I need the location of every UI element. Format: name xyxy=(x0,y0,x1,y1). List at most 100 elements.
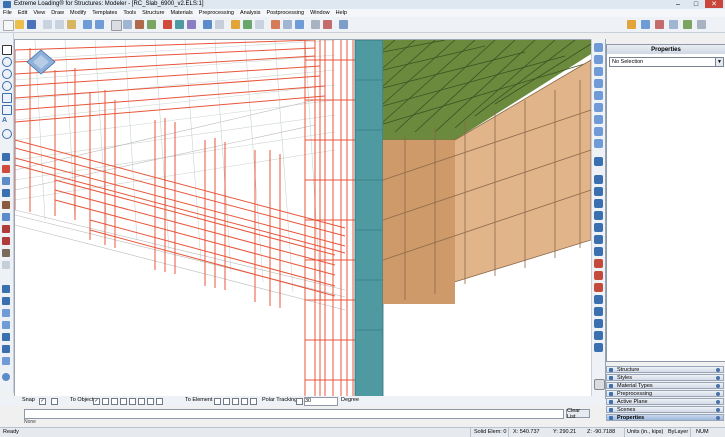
view-bottom-icon[interactable] xyxy=(594,187,603,196)
text-icon[interactable]: A xyxy=(2,117,10,125)
load-icon[interactable] xyxy=(187,20,196,29)
chevron-down-icon[interactable]: ▼ xyxy=(715,58,723,66)
menu-postprocessing[interactable]: Postprocessing xyxy=(263,10,307,16)
clear-list-button[interactable]: Clear List xyxy=(566,408,590,420)
block-icon[interactable] xyxy=(2,189,10,197)
measure-icon[interactable] xyxy=(2,261,10,269)
scale-icon[interactable] xyxy=(2,333,10,341)
view-front-icon[interactable] xyxy=(594,223,603,232)
rotate-icon[interactable] xyxy=(2,309,10,317)
menu-templates[interactable]: Templates xyxy=(89,10,120,16)
zoom-out-icon[interactable] xyxy=(594,91,603,100)
expand-icon[interactable] xyxy=(716,376,720,380)
grid-icon[interactable] xyxy=(255,20,264,29)
expand-icon[interactable] xyxy=(716,368,720,372)
close-button[interactable]: ✕ xyxy=(705,0,723,8)
menu-structure[interactable]: Structure xyxy=(139,10,167,16)
menu-preprocessing[interactable]: Preprocessing xyxy=(196,10,237,16)
redo-icon[interactable] xyxy=(95,20,104,29)
panel-structure[interactable]: Structure xyxy=(606,366,724,373)
pan-icon[interactable] xyxy=(594,43,603,52)
expand-icon[interactable] xyxy=(716,392,720,396)
point-icon[interactable] xyxy=(2,129,12,139)
grid-snap-checkbox[interactable] xyxy=(51,398,58,405)
menu-draw[interactable]: Draw xyxy=(48,10,67,16)
panel-material-types[interactable]: Material Types xyxy=(606,382,724,389)
osnap-endpoint[interactable] xyxy=(102,398,109,405)
tool-icon-b[interactable] xyxy=(641,20,650,29)
to-object-checkbox[interactable]: ✓ xyxy=(93,398,100,405)
tool-icon-d[interactable] xyxy=(669,20,678,29)
snap-checkbox[interactable]: ✓ xyxy=(39,398,46,405)
menu-file[interactable]: File xyxy=(0,10,15,16)
open-folder-icon[interactable] xyxy=(15,20,24,29)
view-right-icon[interactable] xyxy=(594,211,603,220)
zoom-previous-icon[interactable] xyxy=(594,103,603,112)
status-layer[interactable]: ByLayer xyxy=(668,429,688,435)
model-viewport[interactable] xyxy=(14,39,606,399)
save-icon[interactable] xyxy=(27,20,36,29)
expand-icon[interactable] xyxy=(716,400,720,404)
explode-icon[interactable] xyxy=(271,20,280,29)
sphere-icon[interactable] xyxy=(2,373,10,381)
esnap-node[interactable] xyxy=(223,398,230,405)
menu-window[interactable]: Window xyxy=(307,10,333,16)
panel-scenes[interactable]: Scenes xyxy=(606,406,724,413)
maximize-button[interactable]: □ xyxy=(687,0,705,8)
view-iso-ne-icon[interactable] xyxy=(594,271,603,280)
view-iso-se-icon[interactable] xyxy=(594,259,603,268)
to-element-checkbox[interactable] xyxy=(214,398,221,405)
arc-icon[interactable] xyxy=(2,69,12,79)
rectangle-icon[interactable] xyxy=(2,93,12,103)
hidden-icon[interactable] xyxy=(594,319,603,328)
bar-icon[interactable] xyxy=(2,165,10,173)
esnap-face[interactable] xyxy=(241,398,248,405)
tool-icon-e[interactable] xyxy=(683,20,692,29)
render-icon[interactable] xyxy=(594,331,603,340)
view-left-icon[interactable] xyxy=(594,199,603,208)
panel-active-plane[interactable]: Active Plane xyxy=(606,398,724,405)
esnap-edge[interactable] xyxy=(232,398,239,405)
resize-icon[interactable] xyxy=(594,379,605,390)
polyline-icon[interactable] xyxy=(2,105,12,115)
layers-icon[interactable] xyxy=(311,20,320,29)
move-icon[interactable] xyxy=(123,20,132,29)
view-iso-nw-icon[interactable] xyxy=(594,283,603,292)
wall-icon[interactable] xyxy=(2,201,10,209)
section-icon[interactable] xyxy=(594,343,603,352)
status-units[interactable]: Units (in., kips) xyxy=(627,429,663,435)
trim-icon[interactable] xyxy=(2,357,10,365)
mirror-icon[interactable] xyxy=(2,321,10,329)
panel-properties[interactable]: Properties xyxy=(606,414,724,421)
expand-icon[interactable] xyxy=(716,384,720,388)
selection-dropdown[interactable]: No Selection ▼ xyxy=(609,57,724,67)
expand-icon[interactable] xyxy=(716,408,720,412)
brick-icon[interactable] xyxy=(135,20,144,29)
column-icon[interactable] xyxy=(175,20,184,29)
orbit-icon[interactable] xyxy=(594,127,603,136)
line-icon[interactable] xyxy=(2,45,12,55)
osnap-perpendicular[interactable] xyxy=(156,398,163,405)
joint-icon[interactable] xyxy=(2,249,10,257)
esnap-center[interactable] xyxy=(250,398,257,405)
zoom-extents-icon[interactable] xyxy=(594,55,603,64)
select-icon[interactable] xyxy=(111,20,122,31)
lightbulb-icon[interactable] xyxy=(231,20,240,29)
settings-icon[interactable] xyxy=(215,20,224,29)
array-icon[interactable] xyxy=(2,345,10,353)
copy-tool-icon[interactable] xyxy=(2,297,10,305)
panel-styles[interactable]: Styles xyxy=(606,374,724,381)
paste-icon[interactable] xyxy=(67,20,76,29)
zoom-window-icon[interactable] xyxy=(594,67,603,76)
menu-edit[interactable]: Edit xyxy=(15,10,30,16)
rotate-view-icon[interactable] xyxy=(594,157,603,166)
zoom-realtime-icon[interactable] xyxy=(594,139,603,148)
check-icon[interactable] xyxy=(243,20,252,29)
undo-icon[interactable] xyxy=(83,20,92,29)
copy-icon[interactable] xyxy=(55,20,64,29)
cut-icon[interactable] xyxy=(43,20,52,29)
polar-angle-select[interactable]: 30 xyxy=(304,397,338,406)
menu-tools[interactable]: Tools xyxy=(120,10,139,16)
menu-view[interactable]: View xyxy=(30,10,48,16)
run-analysis-icon[interactable] xyxy=(203,20,212,29)
